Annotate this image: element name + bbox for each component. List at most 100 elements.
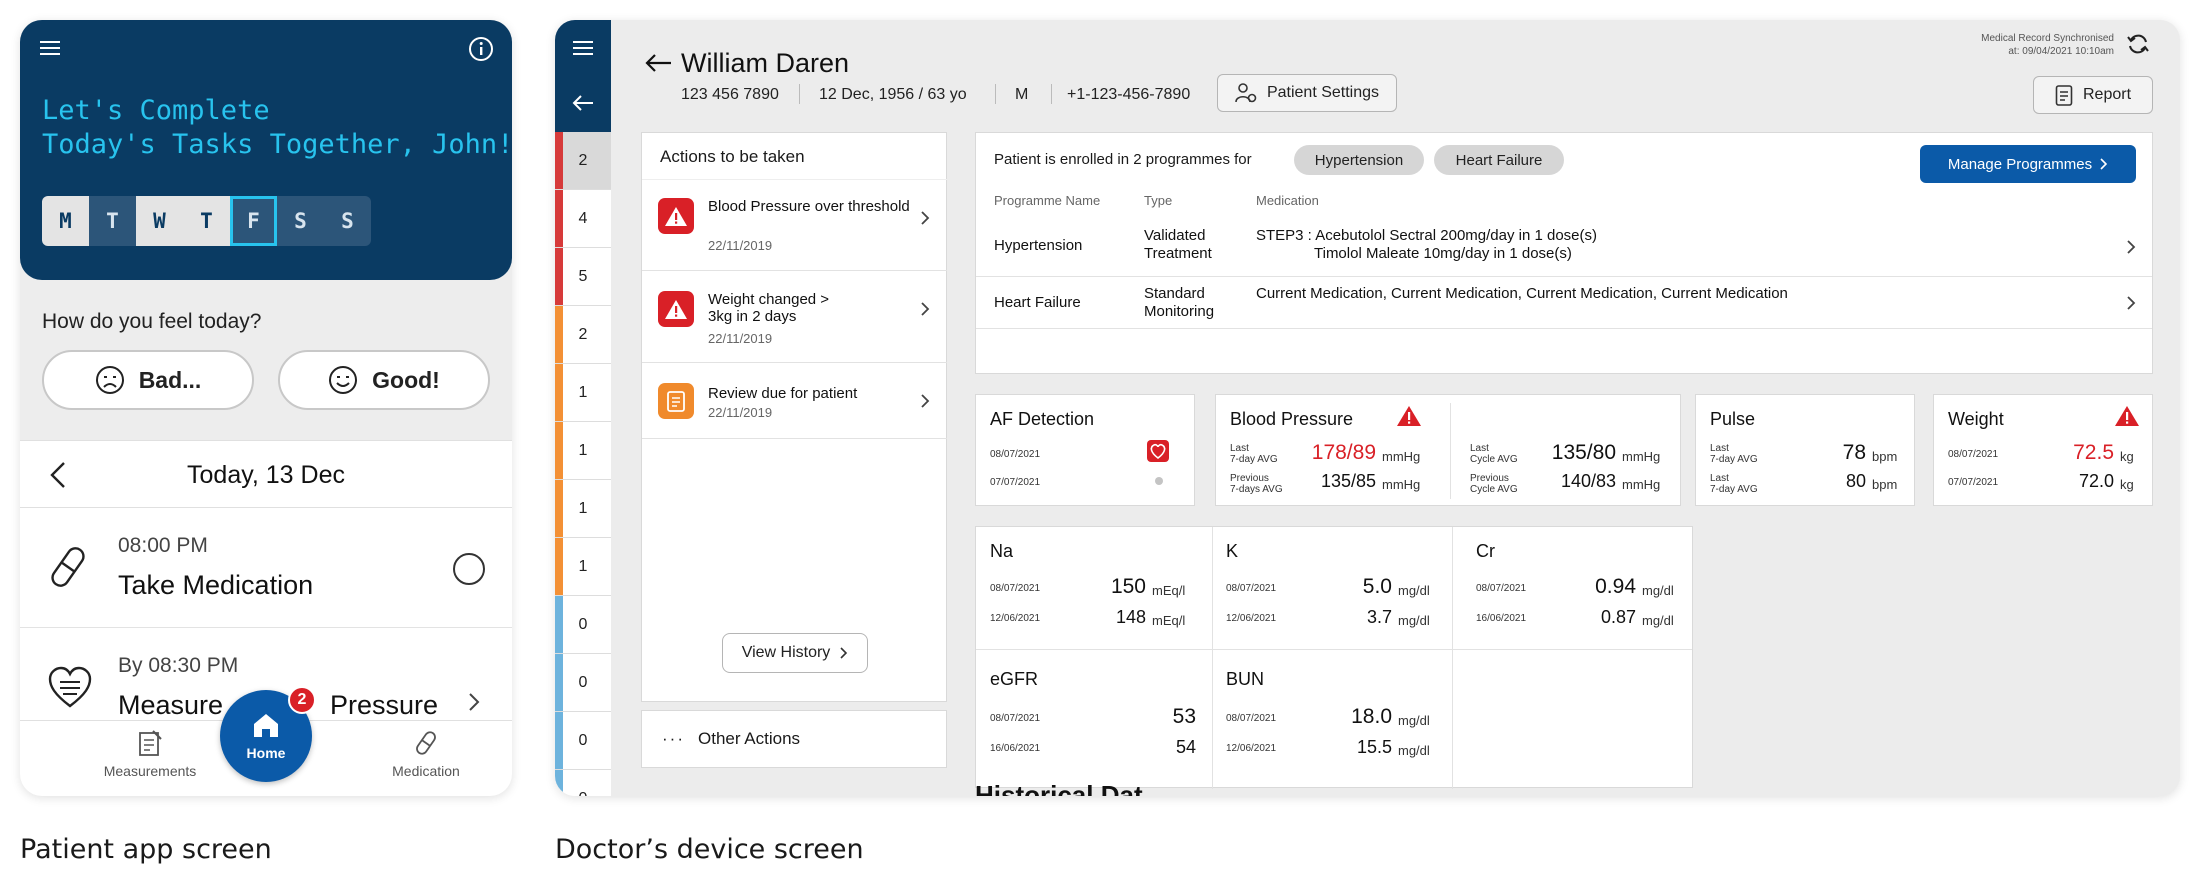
programme-medication: Current Medication, Current Medication, … bbox=[1256, 285, 1788, 302]
severity-stripe bbox=[555, 422, 563, 479]
day-friday[interactable]: F bbox=[230, 196, 277, 246]
view-history-button[interactable]: View History bbox=[722, 633, 868, 673]
day-tuesday[interactable]: T bbox=[89, 196, 136, 246]
patient-rail-item[interactable]: 1 bbox=[555, 364, 611, 422]
reading-label: Previous Cycle AVG bbox=[1470, 473, 1518, 495]
other-actions-button[interactable]: ··· Other Actions bbox=[641, 710, 947, 768]
nav-measurements[interactable]: Measurements bbox=[90, 729, 210, 779]
actions-title: Actions to be taken bbox=[660, 147, 805, 166]
day-thursday[interactable]: T bbox=[183, 196, 230, 246]
lab-results-panel: Na 08/07/2021 150 mEq/l 12/06/2021 148 m… bbox=[975, 526, 1693, 789]
day-wednesday[interactable]: W bbox=[136, 196, 183, 246]
patient-rail-count: 1 bbox=[578, 557, 588, 575]
chevron-right-icon bbox=[920, 301, 930, 317]
divider bbox=[995, 84, 996, 104]
programme-type: Standard Monitoring bbox=[1144, 285, 1215, 320]
programme-row[interactable]: Hypertension Validated Treatment STEP3 :… bbox=[976, 217, 2152, 277]
menu-icon[interactable] bbox=[573, 40, 593, 56]
task-checkbox[interactable] bbox=[452, 552, 486, 586]
weight-card[interactable]: Weight 08/07/2021 72.5 kg 07/07/2021 72.… bbox=[1933, 394, 2153, 506]
reading-unit: mg/dl bbox=[1642, 613, 1674, 628]
patient-rail-item[interactable]: 0 bbox=[555, 770, 611, 796]
patient-rail-item[interactable]: 0 bbox=[555, 712, 611, 770]
chevron-right-icon bbox=[840, 647, 848, 659]
pulse-card[interactable]: Pulse Last 7-day AVG 78 bpm Last 7-day A… bbox=[1695, 394, 1915, 506]
programme-name: Heart Failure bbox=[994, 294, 1081, 311]
chevron-right-icon[interactable] bbox=[468, 692, 480, 712]
reading-label: Last 7-day AVG bbox=[1710, 443, 1758, 465]
enrolled-text: Patient is enrolled in 2 programmes for bbox=[994, 151, 1252, 168]
day-saturday[interactable]: S bbox=[277, 196, 324, 246]
patient-rail-item[interactable]: 5 bbox=[555, 248, 611, 306]
doctor-caption: Doctor’s device screen bbox=[555, 834, 864, 865]
metric-title: eGFR bbox=[990, 669, 1039, 689]
day-monday[interactable]: M bbox=[42, 196, 89, 246]
patient-rail-item[interactable]: 2 bbox=[555, 306, 611, 364]
patient-rail-item[interactable]: 1 bbox=[555, 538, 611, 596]
severity-stripe bbox=[555, 596, 563, 653]
patient-settings-button[interactable]: Patient Settings bbox=[1217, 74, 1397, 112]
patient-rail: 2 4 5 2 1 1 1 1 0 0 0 0 bbox=[555, 132, 611, 796]
manage-programmes-label: Manage Programmes bbox=[1947, 155, 2093, 173]
warning-icon bbox=[2114, 405, 2140, 427]
date-navigation: Today, 13 Dec bbox=[20, 440, 512, 508]
action-item[interactable]: Weight changed > 3kg in 2 days 22/11/201… bbox=[642, 271, 947, 363]
home-label: Home bbox=[246, 745, 286, 761]
menu-icon[interactable] bbox=[40, 40, 60, 56]
lab-bun-cell[interactable]: BUN 08/07/2021 18.0 mg/dl 12/06/2021 15.… bbox=[1212, 649, 1452, 789]
info-icon[interactable] bbox=[468, 36, 494, 62]
mood-good-button[interactable]: Good! bbox=[278, 350, 490, 410]
chevron-right-icon bbox=[2126, 239, 2136, 255]
severity-stripe bbox=[555, 654, 563, 711]
blood-pressure-card[interactable]: Blood Pressure Last 7-day AVG 178/89 mmH… bbox=[1215, 394, 1681, 506]
nav-medication[interactable]: Medication bbox=[366, 729, 486, 779]
programme-row[interactable]: Heart Failure Standard Monitoring Curren… bbox=[976, 277, 2152, 329]
reading-value: 18.0 bbox=[1351, 705, 1392, 728]
patient-rail-item[interactable]: 2 bbox=[555, 132, 611, 190]
back-arrow-icon[interactable] bbox=[571, 94, 595, 112]
patient-rail-item[interactable]: 1 bbox=[555, 422, 611, 480]
reading-unit: mmHg bbox=[1382, 449, 1421, 464]
patient-phone: +1-123-456-7890 bbox=[1067, 86, 1191, 103]
notification-badge: 2 bbox=[288, 686, 316, 714]
report-button[interactable]: Report bbox=[2033, 76, 2153, 114]
divider bbox=[1051, 84, 1052, 104]
mood-bad-button[interactable]: Bad... bbox=[42, 350, 254, 410]
lab-egfr-cell[interactable]: eGFR 08/07/2021 53 16/06/2021 54 bbox=[976, 649, 1212, 789]
patient-rail-item[interactable]: 1 bbox=[555, 480, 611, 538]
reading-unit: mg/dl bbox=[1398, 613, 1430, 628]
metric-title: Cr bbox=[1476, 541, 1495, 561]
action-item[interactable]: Review due for patient 22/11/2019 bbox=[642, 363, 947, 439]
reading-value: 15.5 bbox=[1356, 737, 1392, 757]
reading-date: 08/07/2021 bbox=[1476, 583, 1527, 594]
sync-status: Medical Record Synchronised at: 09/04/20… bbox=[1981, 32, 2114, 58]
task-time: By 08:30 PM bbox=[118, 654, 239, 677]
more-dots-icon: ··· bbox=[662, 729, 685, 748]
patient-rail-item[interactable]: 0 bbox=[555, 654, 611, 712]
reading-unit: mEq/l bbox=[1152, 583, 1186, 598]
task-title-start: Measure bbox=[118, 690, 224, 720]
severity-stripe bbox=[555, 364, 563, 421]
actions-panel: Actions to be taken Blood Pressure over … bbox=[641, 132, 947, 702]
patient-rail-count: 4 bbox=[578, 209, 588, 227]
reading-date: 08/07/2021 bbox=[1226, 583, 1277, 594]
programme-pill[interactable]: Heart Failure bbox=[1434, 145, 1564, 175]
chevron-right-icon bbox=[920, 393, 930, 409]
lab-na-cell[interactable]: Na 08/07/2021 150 mEq/l 12/06/2021 148 m… bbox=[976, 527, 1212, 649]
sync-icon[interactable] bbox=[2126, 32, 2150, 56]
back-arrow-icon[interactable] bbox=[643, 52, 673, 74]
patient-rail-item[interactable]: 4 bbox=[555, 190, 611, 248]
patient-rail-item[interactable]: 0 bbox=[555, 596, 611, 654]
af-detection-card[interactable]: AF Detection 08/07/2021 07/07/2021 bbox=[975, 394, 1195, 506]
manage-programmes-button[interactable]: Manage Programmes bbox=[1920, 145, 2136, 183]
lab-k-cell[interactable]: K 08/07/2021 5.0 mg/dl 12/06/2021 3.7 mg… bbox=[1212, 527, 1452, 649]
task-item[interactable]: 08:00 PM Take Medication bbox=[20, 508, 512, 628]
severity-stripe bbox=[555, 132, 563, 189]
lab-cr-cell[interactable]: Cr 08/07/2021 0.94 mg/dl 16/06/2021 0.87… bbox=[1452, 527, 1692, 649]
severity-stripe bbox=[555, 538, 563, 595]
programme-pill[interactable]: Hypertension bbox=[1294, 145, 1424, 175]
section-heading-partial: Historical Dat bbox=[975, 780, 1143, 796]
day-sunday[interactable]: S bbox=[324, 196, 371, 246]
action-item[interactable]: Blood Pressure over threshold 22/11/2019 bbox=[642, 179, 947, 271]
reading-value: 135/80 bbox=[1551, 441, 1616, 464]
